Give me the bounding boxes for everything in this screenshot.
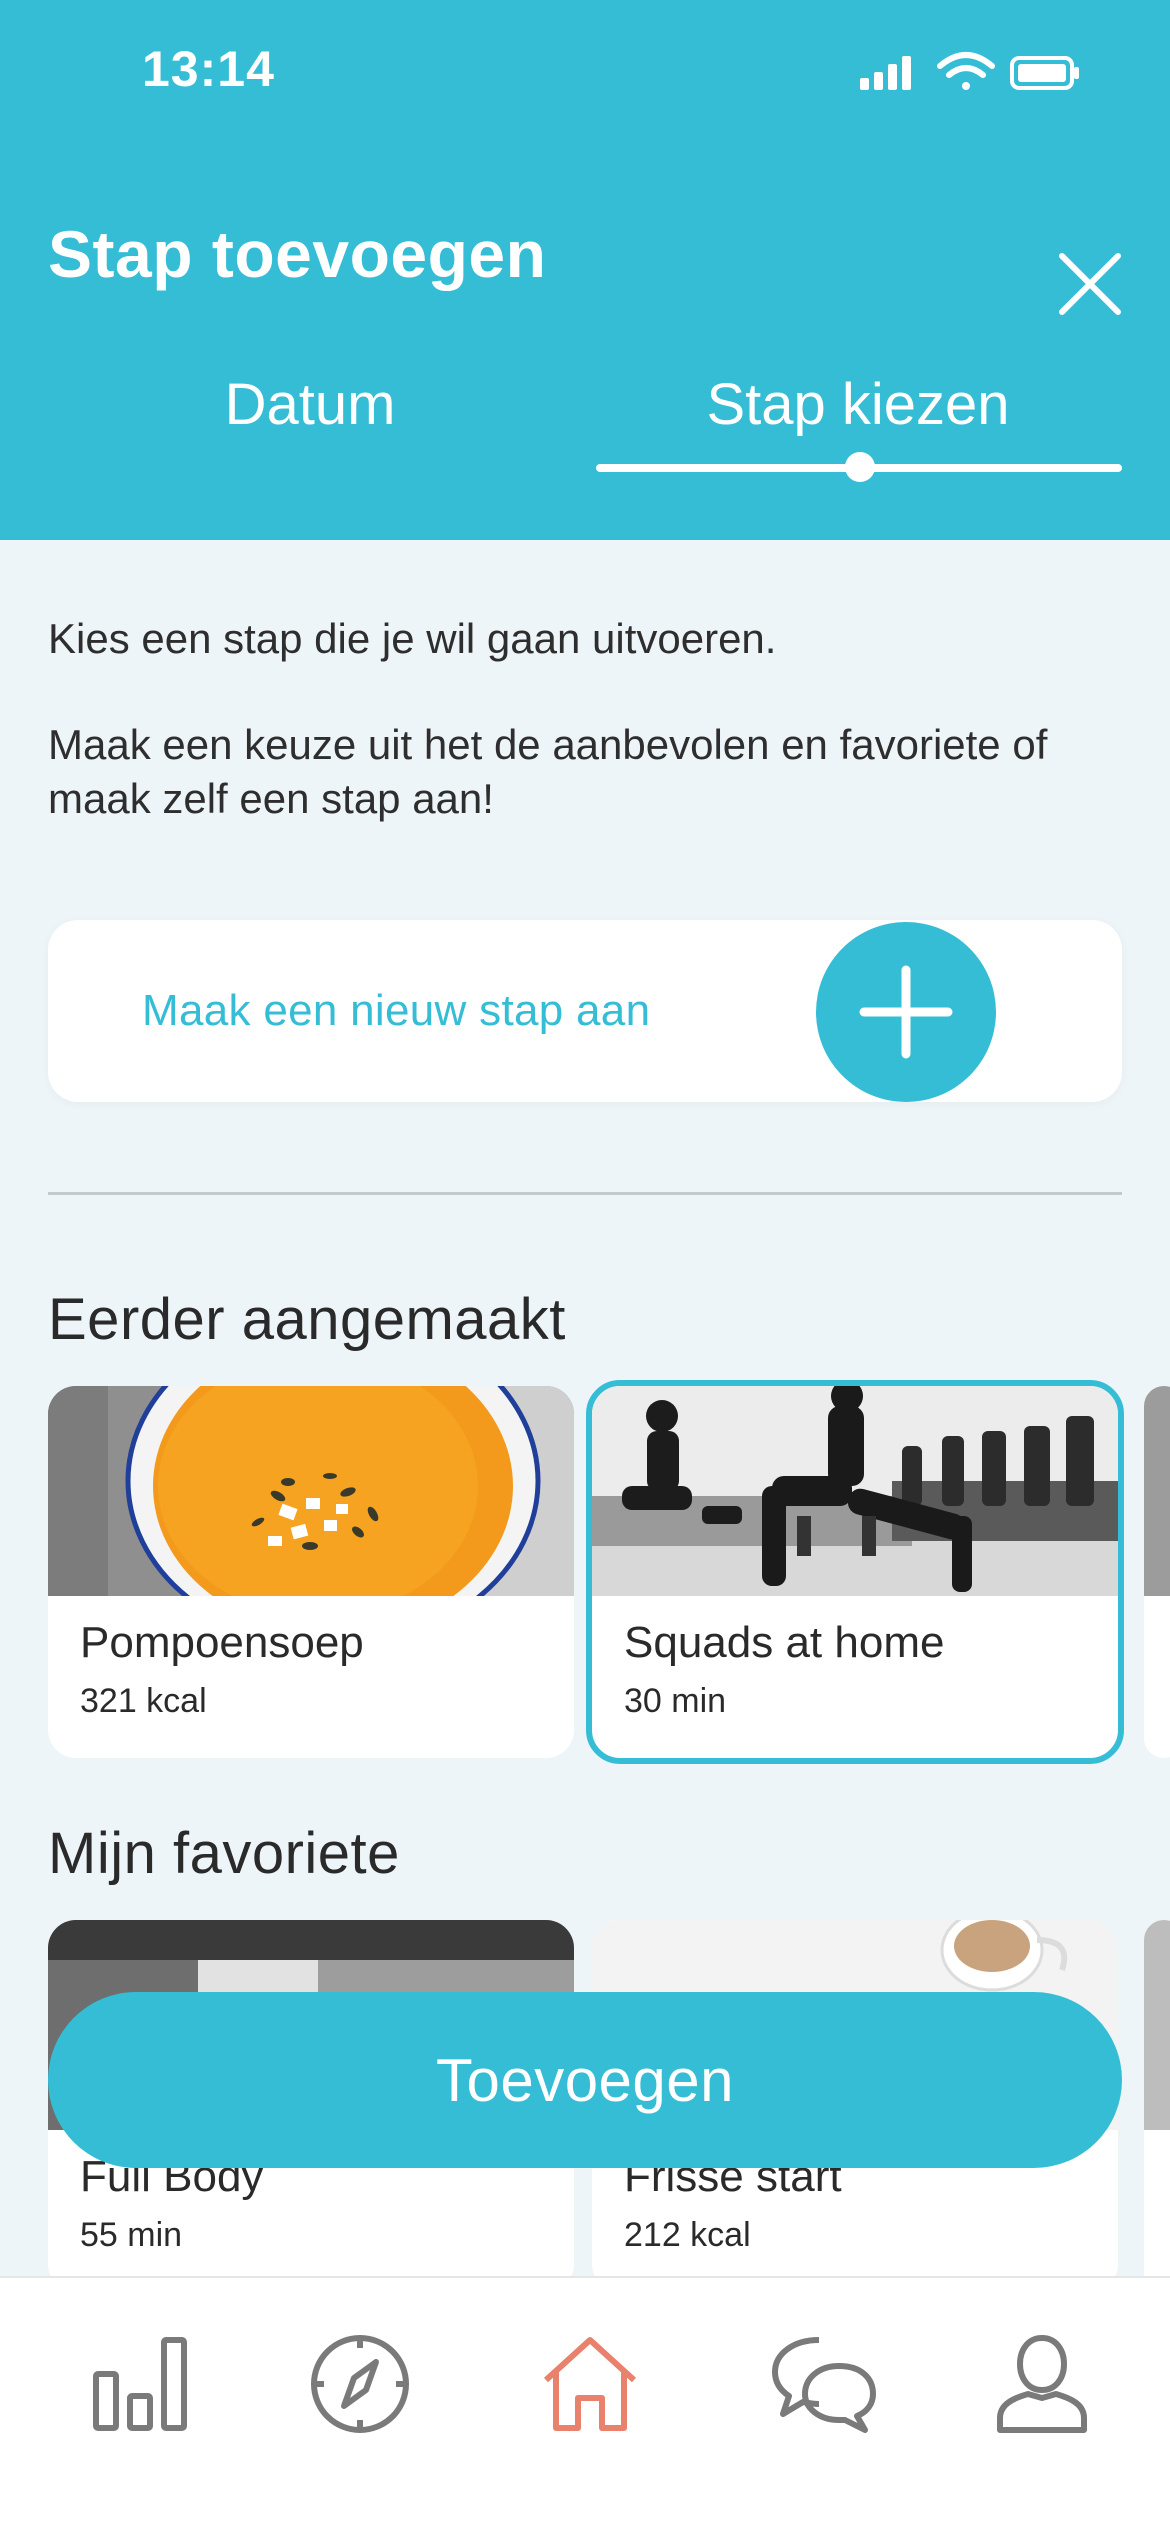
nav-stats[interactable] — [80, 2324, 200, 2444]
divider — [48, 1192, 1122, 1195]
bottom-nav — [0, 2276, 1170, 2532]
status-icons — [858, 50, 1080, 94]
gym-image — [592, 1386, 1118, 1596]
section-title-favorites: Mijn favoriete — [48, 1821, 400, 1886]
page-title: Stap toevoegen — [48, 217, 547, 291]
nav-home[interactable] — [530, 2324, 650, 2444]
signal-icon — [860, 56, 911, 90]
tab-datum[interactable]: Datum — [110, 360, 510, 470]
intro-text: Kies een stap die je wil gaan uitvoeren.… — [48, 612, 1118, 826]
profile-icon — [997, 2335, 1087, 2433]
next-card-peek[interactable] — [1144, 1386, 1170, 1758]
battery-icon — [1010, 56, 1079, 90]
home-icon — [543, 2337, 637, 2431]
step-card-pompoensoep[interactable]: Pompoensoep 321 kcal — [48, 1386, 574, 1758]
card-title: Pompoensoep — [80, 1618, 364, 1667]
card-title: Squads at home — [624, 1618, 945, 1667]
card-meta: 321 kcal — [80, 1682, 207, 1720]
nav-messages[interactable] — [764, 2324, 884, 2444]
new-step-label: Maak een nieuw stap aan — [142, 986, 651, 1035]
close-icon — [1059, 253, 1121, 315]
nav-discover[interactable] — [300, 2324, 420, 2444]
soup-image — [48, 1386, 574, 1596]
section-title-previous: Eerder aangemaakt — [48, 1287, 566, 1352]
chat-icon — [772, 2337, 876, 2433]
bar-chart-icon — [93, 2337, 187, 2431]
close-button[interactable] — [1052, 246, 1128, 322]
next-card-peek[interactable] — [1144, 1920, 1170, 2292]
header: 13:14 Stap toevoegen Datum Stap kiezen — [0, 0, 1170, 540]
add-step-button[interactable] — [816, 922, 996, 1102]
intro-line-1: Kies een stap die je wil gaan uitvoeren. — [48, 615, 777, 662]
add-button[interactable]: Toevoegen — [48, 1992, 1122, 2168]
intro-line-2: Maak een keuze uit het de aanbevolen en … — [48, 721, 1048, 822]
step-card-squads-at-home[interactable]: Squads at home 30 min — [586, 1380, 1124, 1764]
active-tab-dot — [845, 452, 875, 482]
wifi-icon — [937, 52, 995, 90]
card-meta: 55 min — [80, 2216, 183, 2254]
compass-icon — [311, 2335, 409, 2433]
nav-profile[interactable] — [982, 2324, 1102, 2444]
new-step-card[interactable]: Maak een nieuw stap aan — [48, 920, 1122, 1102]
status-time: 13:14 — [142, 41, 275, 97]
plus-icon — [859, 965, 953, 1059]
card-meta: 30 min — [624, 1682, 727, 1720]
card-meta: 212 kcal — [624, 2216, 751, 2254]
